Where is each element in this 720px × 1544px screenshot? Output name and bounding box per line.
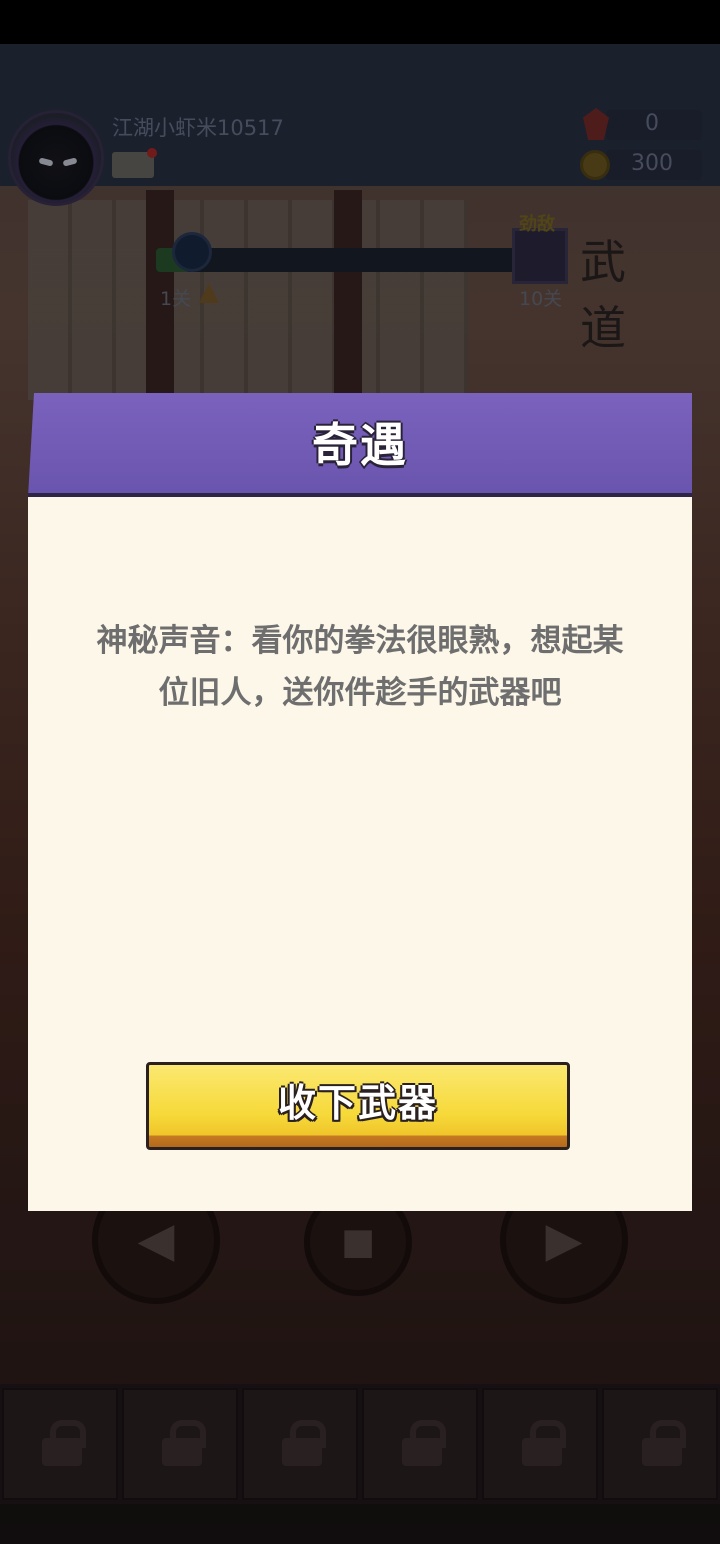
accept-weapon-button[interactable]: 收下武器 [146,1062,570,1150]
dialog-title: 奇遇 [312,418,408,472]
dialog-body: 神秘声音：看你的拳法很眼熟，想起某位旧人，送你件趁手的武器吧 收下武器 [28,497,692,1211]
encounter-dialog: 奇遇 神秘声音：看你的拳法很眼熟，想起某位旧人，送你件趁手的武器吧 收下武器 [28,393,692,1211]
accept-weapon-label: 收下武器 [277,1081,438,1125]
dialog-message: 神秘声音：看你的拳法很眼熟，想起某位旧人，送你件趁手的武器吧 [96,623,624,711]
